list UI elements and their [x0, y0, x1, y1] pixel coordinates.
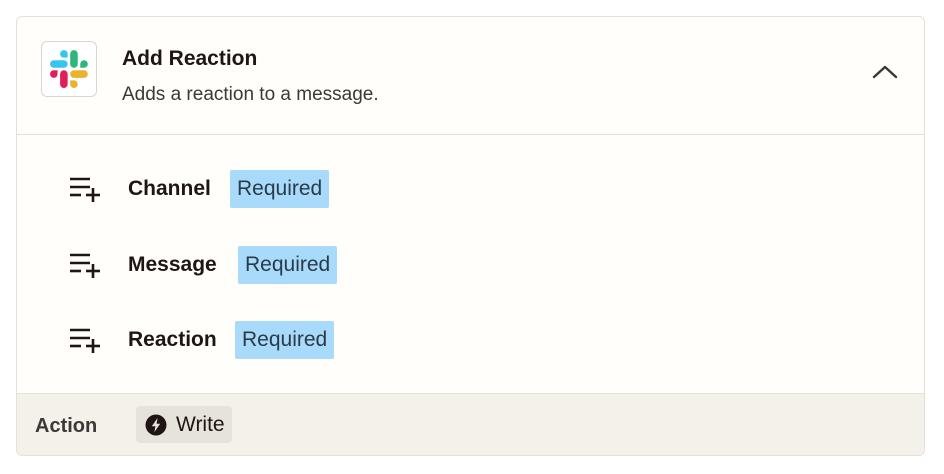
field-row-channel[interactable]: Channel Required: [17, 169, 417, 209]
field-row-reaction[interactable]: Reaction Required: [17, 320, 417, 360]
add-field-icon: [70, 253, 100, 278]
required-badge: Required: [230, 170, 330, 208]
step-footer: Action Write: [17, 393, 924, 455]
write-pill-label: Write: [176, 412, 225, 436]
lightning-bolt-icon: [145, 414, 167, 435]
action-step-card: Add Reaction Adds a reaction to a messag…: [16, 16, 925, 456]
write-pill: Write: [136, 406, 232, 443]
chevron-up-icon: [872, 65, 898, 79]
action-type-label: Action: [35, 415, 98, 437]
step-description: Adds a reaction to a message.: [122, 84, 379, 105]
step-title: Add Reaction: [122, 47, 258, 70]
add-field-icon: [70, 328, 100, 353]
slack-logo-icon: [50, 50, 88, 88]
field-label-reaction: Reaction: [128, 328, 217, 351]
slack-logo: [41, 41, 97, 97]
required-badge: Required: [235, 321, 335, 359]
collapse-button[interactable]: [870, 59, 900, 85]
step-header[interactable]: Add Reaction Adds a reaction to a messag…: [17, 17, 924, 135]
field-row-message[interactable]: Message Required: [17, 245, 417, 285]
field-label-channel: Channel: [128, 177, 211, 200]
required-badge: Required: [238, 246, 338, 284]
field-label-message: Message: [128, 253, 217, 276]
add-field-icon: [70, 177, 100, 202]
